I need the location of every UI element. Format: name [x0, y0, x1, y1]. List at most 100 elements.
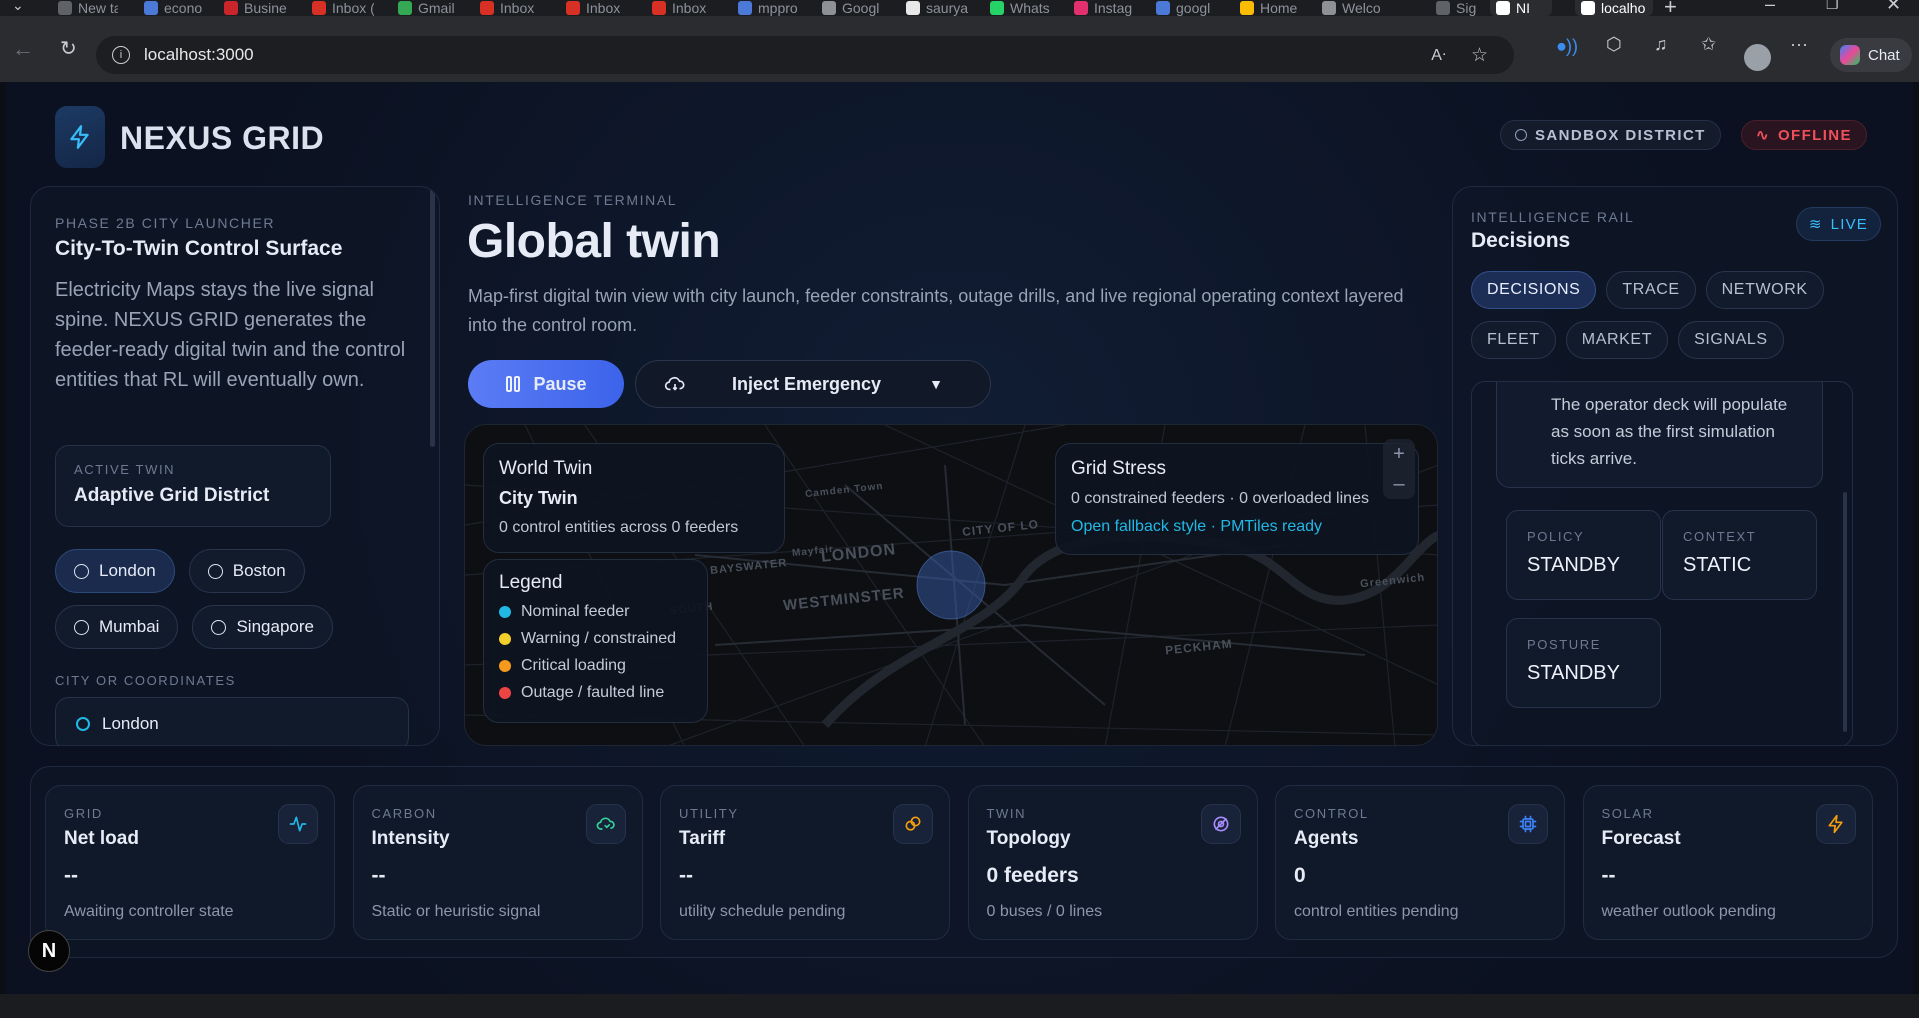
decisions-scroll-area[interactable]: The operator deck will populate as soon …: [1471, 381, 1853, 745]
stat-label: CONTROL: [1294, 806, 1369, 821]
performance-icon[interactable]: ♫: [1654, 34, 1668, 55]
legend-row: Critical loading: [499, 652, 692, 679]
favorites-icon[interactable]: ✩: [1701, 34, 1716, 55]
tab-list-chevron-icon[interactable]: ⌄: [12, 0, 24, 14]
tab-favicon-icon: [1581, 1, 1595, 15]
tab-favicon-icon: [738, 1, 752, 15]
pulse-icon: ∿: [1756, 127, 1770, 144]
live-badge[interactable]: ≋ LIVE: [1795, 207, 1881, 241]
bolt-logo-icon: [70, 125, 89, 149]
info-icon[interactable]: i: [112, 46, 130, 64]
browser-tab[interactable]: New ta: [58, 0, 118, 16]
nextjs-dev-badge[interactable]: N: [28, 930, 70, 972]
globe-icon: [74, 563, 89, 579]
rail-tile-value: STATIC: [1683, 554, 1752, 576]
rail-scrollbar[interactable]: [1843, 492, 1847, 732]
stat-label: TWIN: [986, 806, 1027, 821]
browser-tab[interactable]: saurya: [906, 0, 968, 16]
stat-title: Net load: [64, 828, 139, 849]
tab-favicon-icon: [990, 1, 1004, 15]
browser-tab-strip: ⌄ New ta econo Busine Inbox ( Gmail Inbox Inbo…: [0, 0, 1919, 16]
launcher-description: Electricity Maps stays the live signal s…: [55, 279, 406, 391]
browser-tab[interactable]: Whats: [990, 0, 1054, 16]
legend-label: Nominal feeder: [521, 602, 630, 620]
tab-favicon-icon: [1496, 1, 1510, 15]
rail-tab-fleet[interactable]: FLEET: [1471, 321, 1556, 359]
coordinates-input[interactable]: London: [55, 697, 409, 745]
read-aloud-icon[interactable]: Aᐧ: [1431, 45, 1446, 65]
browser-tab[interactable]: googl: [1156, 0, 1218, 16]
fallback-style-link[interactable]: Open fallback style · PMTiles ready: [1071, 518, 1403, 536]
browser-tab[interactable]: Inbox (: [312, 0, 374, 16]
more-options-icon[interactable]: ···: [1790, 34, 1808, 55]
stat-subtext: Awaiting controller state: [64, 903, 234, 920]
browser-tab[interactable]: Sign ir: [1436, 0, 1476, 16]
live-label: LIVE: [1830, 215, 1868, 233]
back-icon[interactable]: ←: [12, 36, 34, 62]
legend-card: Legend Nominal feeder Warning / constrain…: [483, 559, 708, 723]
browser-tab[interactable]: Home: [1240, 0, 1300, 16]
rail-tab-signals[interactable]: SIGNALS: [1678, 321, 1784, 359]
browser-tab[interactable]: NI: [1490, 0, 1552, 16]
copilot-label: Chat: [1868, 46, 1900, 64]
restore-icon[interactable]: ❐: [1826, 0, 1839, 13]
rail-tab-decisions[interactable]: DECISIONS: [1471, 271, 1597, 309]
browser-tab[interactable]: Instag: [1074, 0, 1134, 16]
stream-lines-icon: ≋: [1808, 216, 1823, 233]
rail-tab-network[interactable]: NETWORK: [1705, 271, 1824, 309]
minimize-icon[interactable]: –: [1765, 0, 1775, 15]
browser-tab[interactable]: Googl: [822, 0, 884, 16]
extensions-icon[interactable]: ⬡: [1606, 34, 1622, 55]
location-target-icon: [76, 717, 90, 731]
pause-icon: [506, 376, 521, 392]
stat-card-grid: GRID Net load -- Awaiting controller state: [45, 785, 335, 940]
window-close-icon[interactable]: ✕: [1886, 0, 1901, 15]
browser-tab[interactable]: econo: [144, 0, 202, 16]
browser-tab[interactable]: mppro: [738, 0, 798, 16]
profile-avatar[interactable]: [1744, 44, 1771, 71]
tab-label: Googl: [842, 0, 880, 16]
city-chip-mumbai[interactable]: Mumbai: [55, 605, 179, 649]
twin-map[interactable]: LONDON WESTMINSTER CITY OF LO BAYSWATER Camd…: [464, 424, 1438, 746]
city-chip-boston[interactable]: Boston: [188, 549, 305, 593]
zoom-out-icon[interactable]: –: [1393, 473, 1404, 496]
browser-tab[interactable]: Inbox: [566, 0, 628, 16]
terminal-eyebrow: INTELLIGENCE TERMINAL: [468, 192, 678, 208]
rail-tab-market[interactable]: MARKET: [1565, 321, 1669, 359]
browser-tab[interactable]: localho: [1575, 0, 1653, 16]
stat-value: --: [1601, 864, 1616, 887]
city-twin-label: City Twin: [499, 488, 578, 508]
globe-icon: [74, 619, 89, 635]
launcher-scrollbar[interactable]: [430, 187, 435, 447]
rail-tab-trace[interactable]: TRACE: [1606, 271, 1696, 309]
tab-label: NI: [1516, 0, 1530, 16]
browser-tab[interactable]: Inbox: [652, 0, 714, 16]
app-viewport: NEXUS GRID SANDBOX DISTRICT ∿ OFFLINE PH…: [6, 82, 1913, 994]
city-chip-singapore[interactable]: Singapore: [192, 605, 333, 649]
tab-label: mppro: [758, 0, 798, 16]
inject-emergency-select[interactable]: Inject Emergency ▼: [635, 360, 991, 408]
city-chip-london[interactable]: London: [55, 549, 175, 593]
stat-subtext: Static or heuristic signal: [371, 903, 541, 920]
favorite-star-icon[interactable]: ☆: [1471, 44, 1488, 67]
browser-tab[interactable]: Gmail: [398, 0, 458, 16]
browser-tab[interactable]: Inbox: [480, 0, 542, 16]
tab-favicon-icon: [58, 1, 72, 15]
stat-title: Forecast: [1601, 828, 1681, 849]
copilot-chat-button[interactable]: Chat: [1830, 38, 1912, 72]
wifi-icon[interactable]: ⦁)): [1557, 36, 1578, 57]
city-chip-label: Singapore: [236, 617, 314, 636]
browser-tab[interactable]: Welco: [1322, 0, 1388, 16]
zoom-in-icon[interactable]: +: [1393, 443, 1405, 466]
refresh-icon[interactable]: ↻: [60, 36, 77, 61]
browser-tab[interactable]: Busine: [224, 0, 302, 16]
tab-label: Inbox (: [332, 0, 374, 16]
url-field[interactable]: i localhost:3000 Aᐧ ☆: [96, 36, 1514, 74]
stat-label: SOLAR: [1601, 806, 1654, 821]
tab-favicon-icon: [312, 1, 326, 15]
pause-button[interactable]: Pause: [468, 360, 624, 408]
new-tab-plus-icon[interactable]: +: [1664, 0, 1677, 16]
tab-favicon-icon: [1074, 1, 1088, 15]
tab-label: New ta: [78, 0, 118, 16]
entities-count: 0 control entities across 0 feeders: [499, 519, 739, 536]
